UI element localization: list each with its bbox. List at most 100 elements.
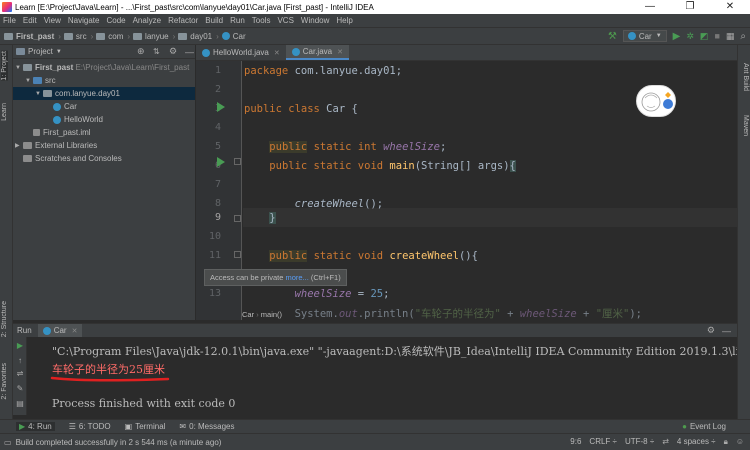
lock-icon[interactable]: 🔒︎ — [724, 437, 728, 447]
coverage-icon[interactable]: ◩ — [700, 31, 709, 42]
gear-icon[interactable]: ⚙ — [707, 325, 715, 336]
build-hammer-icon[interactable]: ⚒ — [608, 31, 617, 42]
maximize-button[interactable]: ❐ — [670, 0, 710, 14]
console-output[interactable]: "C:\Program Files\Java\jdk-12.0.1\bin\ja… — [27, 337, 737, 417]
menu-window[interactable]: Window — [301, 16, 329, 25]
pin-icon[interactable]: ✎ — [16, 385, 24, 393]
code-line: } — [269, 212, 276, 224]
event-log-icon: ● — [682, 422, 687, 431]
expand-arrow-icon[interactable]: ▶ — [15, 142, 23, 149]
scroll-up-icon[interactable]: ↑ — [16, 357, 24, 365]
status-icon[interactable]: ▭ — [4, 438, 12, 447]
crumb-com[interactable]: com › — [96, 32, 130, 41]
tab-car[interactable]: Car.java ✕ — [285, 45, 349, 60]
menu-code[interactable]: Code — [106, 16, 125, 25]
intellij-logo-icon — [2, 2, 12, 12]
tab-helloworld[interactable]: HelloWorld.java ✕ — [196, 45, 286, 60]
debug-icon[interactable]: ✲ — [686, 31, 694, 42]
project-panel-header: Project ▼ ⊕ ⇅ ⚙ — — [13, 45, 195, 59]
project-panel-title[interactable]: Project — [28, 47, 53, 56]
crumb-src[interactable]: src › — [63, 32, 93, 41]
run-gutter-icon[interactable] — [217, 157, 225, 167]
favorites-tool-tab[interactable]: 2: Favorites — [1, 363, 8, 400]
locate-icon[interactable]: ⊕ — [137, 46, 145, 57]
tree-item[interactable]: Car — [13, 100, 195, 113]
vcs-icon[interactable]: ⇄ — [662, 437, 669, 447]
crumb-lanyue[interactable]: lanyue › — [133, 32, 175, 41]
close-button[interactable]: ✕ — [710, 0, 750, 14]
menu-edit[interactable]: Edit — [23, 16, 37, 25]
caret-position[interactable]: 9:6 — [570, 437, 581, 447]
rerun-icon[interactable]: ▶ — [16, 342, 24, 350]
tree-item[interactable]: ▼ src — [13, 74, 195, 87]
crumb-project[interactable]: First_past › — [4, 32, 61, 41]
structure-tool-tab[interactable]: 2: Structure — [1, 301, 8, 337]
menu-navigate[interactable]: Navigate — [68, 16, 100, 25]
fold-icon[interactable] — [234, 251, 241, 258]
project-tool-tab[interactable]: 1: Project — [1, 51, 8, 81]
console-command-line: "C:\Program Files\Java\jdk-12.0.1\bin\ja… — [52, 345, 737, 358]
maven-tab[interactable]: Maven — [742, 115, 749, 136]
line-number: 8 — [214, 198, 221, 209]
tree-item[interactable]: First_past.iml — [13, 126, 195, 139]
fold-icon[interactable] — [234, 158, 241, 165]
file-encoding[interactable]: UTF-8 ÷ — [625, 437, 654, 447]
crumb-car[interactable]: Car — [221, 32, 246, 41]
messages-tool-button[interactable]: ✉ 0: Messages — [179, 422, 234, 431]
code-breadcrumb: Car › main() — [242, 310, 283, 320]
close-tab-icon[interactable]: ✕ — [274, 49, 280, 57]
todo-tool-button[interactable]: ☰ 6: TODO — [69, 422, 111, 431]
project-panel: Project ▼ ⊕ ⇅ ⚙ — ▼ First_past E:\Project… — [13, 45, 196, 320]
expand-arrow-icon[interactable]: ▼ — [15, 65, 23, 71]
menu-run[interactable]: Run — [230, 16, 245, 25]
ant-build-tab[interactable]: Ant Build — [742, 63, 749, 91]
terminal-tool-button[interactable]: ▣ Terminal — [125, 422, 166, 431]
menu-view[interactable]: View — [44, 16, 61, 25]
learn-tool-tab[interactable]: Learn — [1, 103, 8, 121]
menu-refactor[interactable]: Refactor — [168, 16, 198, 25]
run-gutter-icon[interactable] — [217, 102, 225, 112]
menu-tools[interactable]: Tools — [252, 16, 271, 25]
hide-icon[interactable]: — — [722, 326, 731, 336]
run-icon[interactable]: ▶ — [673, 31, 681, 42]
code-editor[interactable]: 1 2 3 4 5 6 7 8 9 10 11 12 13 package co… — [196, 61, 737, 320]
project-structure-icon[interactable]: ▦ — [726, 31, 735, 42]
run-tab-car[interactable]: Car ✕ — [37, 324, 83, 337]
tree-item[interactable]: ▼ First_past E:\Project\Java\Learn\First_… — [13, 61, 195, 74]
menu-help[interactable]: Help — [336, 16, 352, 25]
run-config-select[interactable]: Car ▼ — [622, 30, 667, 42]
wrap-icon[interactable]: ⇌ — [16, 370, 24, 378]
crumb-day01[interactable]: day01 › — [178, 32, 219, 41]
expand-arrow-icon[interactable]: ▼ — [25, 78, 33, 84]
print-icon[interactable]: ▤ — [16, 400, 24, 408]
status-message[interactable]: Build completed successfully in 2 s 544 … — [16, 438, 222, 447]
close-tab-icon[interactable]: ✕ — [72, 327, 78, 335]
line-separator[interactable]: CRLF ÷ — [589, 437, 617, 447]
indent-setting[interactable]: 4 spaces ÷ — [677, 437, 716, 447]
event-log-button[interactable]: ● Event Log — [682, 422, 726, 431]
search-icon[interactable]: ⌕ — [740, 31, 746, 42]
code-crumb-class[interactable]: Car — [242, 310, 254, 319]
run-icon: ▶ — [19, 422, 26, 431]
hide-icon[interactable]: — — [185, 47, 194, 57]
menu-analyze[interactable]: Analyze — [133, 16, 161, 25]
menu-build[interactable]: Build — [205, 16, 223, 25]
tree-item[interactable]: Scratches and Consoles — [13, 152, 195, 165]
fold-icon[interactable] — [234, 215, 241, 222]
tree-item[interactable]: HelloWorld — [13, 113, 195, 126]
tooltip-more-link[interactable]: more... — [285, 273, 308, 282]
tree-item[interactable]: ▼ com.lanyue.day01 — [13, 87, 195, 100]
chevron-down-icon[interactable]: ▼ — [56, 49, 62, 55]
tree-item[interactable]: ▶ External Libraries — [13, 139, 195, 152]
run-tool-button[interactable]: ▶ 4: Run — [16, 422, 55, 431]
collapse-icon[interactable]: ⇅ — [153, 47, 160, 56]
inspector-icon[interactable]: ☺ — [736, 437, 744, 447]
menu-file[interactable]: File — [3, 16, 16, 25]
minimize-button[interactable]: — — [630, 0, 670, 14]
stop-icon[interactable]: ■ — [714, 31, 719, 41]
expand-arrow-icon[interactable]: ▼ — [35, 91, 43, 97]
code-crumb-method[interactable]: main() — [261, 310, 282, 319]
close-tab-icon[interactable]: ✕ — [337, 48, 343, 56]
menu-vcs[interactable]: VCS — [277, 16, 293, 25]
gear-icon[interactable]: ⚙ — [169, 46, 177, 57]
